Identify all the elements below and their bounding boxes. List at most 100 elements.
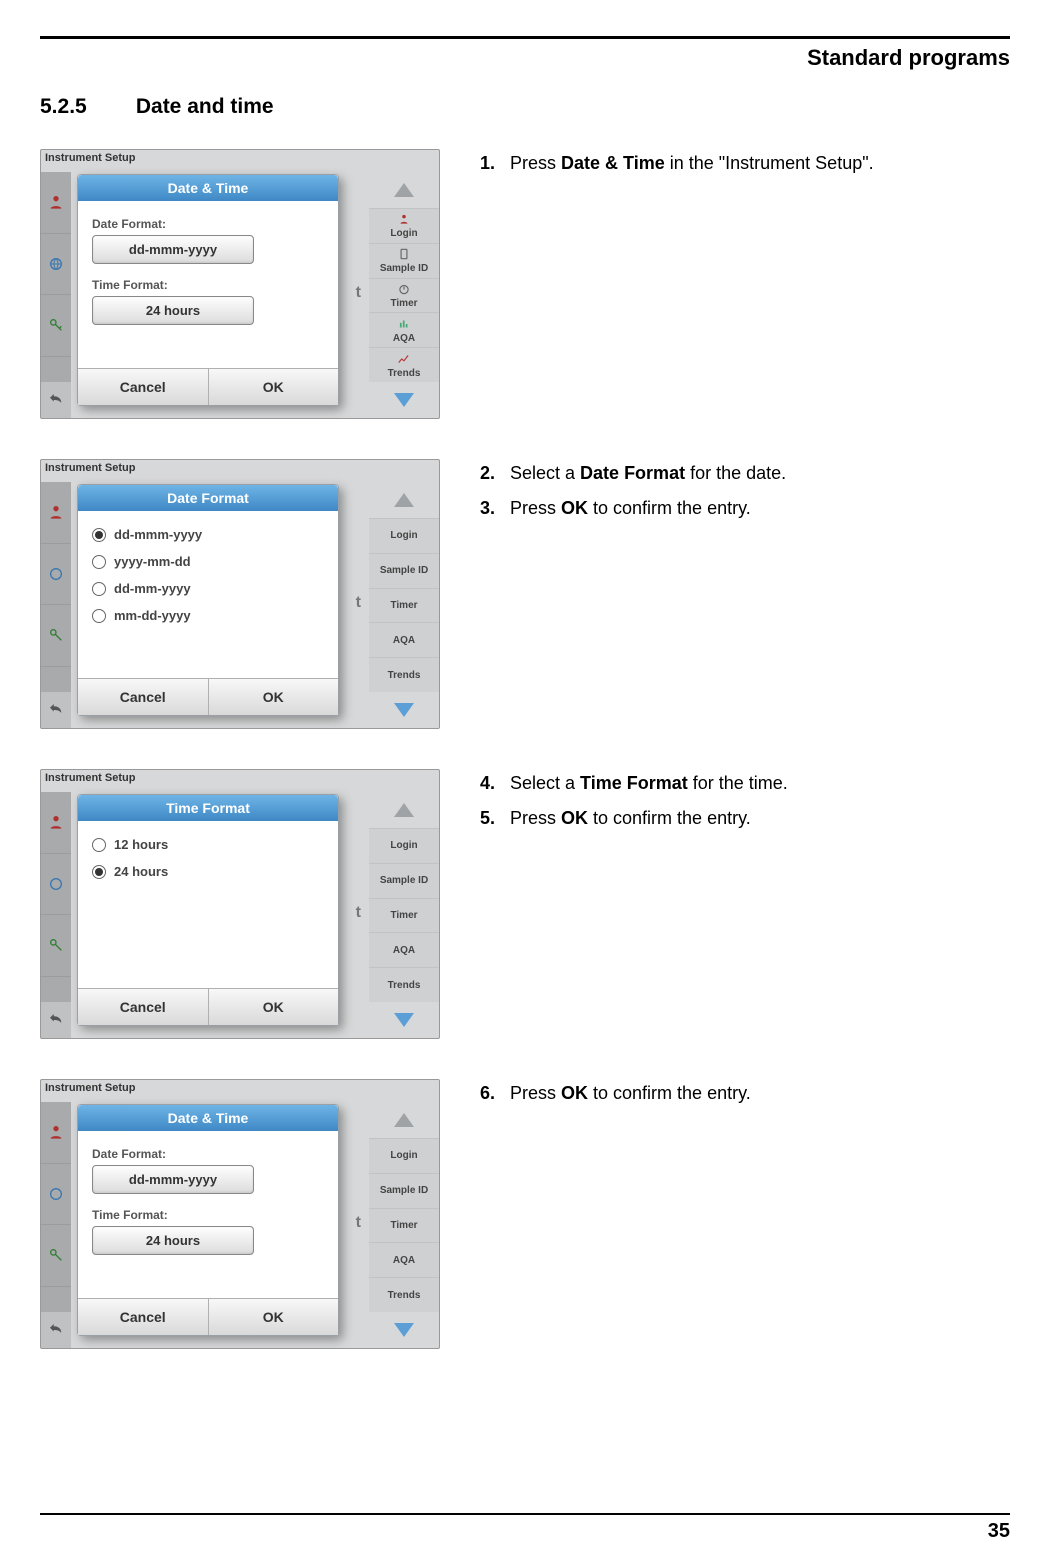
running-head: Standard programs: [40, 39, 1010, 75]
section-title: Date and time: [136, 95, 274, 118]
login-button[interactable]: Login: [369, 828, 439, 863]
globe-icon[interactable]: [41, 1164, 71, 1226]
page: Standard programs 5.2.5 Date and time In…: [0, 0, 1050, 1561]
key-icon[interactable]: [41, 605, 71, 667]
person-icon[interactable]: [41, 792, 71, 854]
scroll-down-icon[interactable]: [369, 382, 439, 418]
cancel-button[interactable]: Cancel: [78, 369, 208, 405]
date-format-selector[interactable]: dd-mmm-yyyy: [92, 1165, 254, 1194]
date-format-selector[interactable]: dd-mmm-yyyy: [92, 235, 254, 264]
dialog-date-time: Date & Time Date Format: dd-mmm-yyyy Tim…: [77, 1104, 339, 1336]
undo-icon[interactable]: [41, 1312, 71, 1348]
person-icon[interactable]: [41, 1102, 71, 1164]
globe-icon[interactable]: [41, 544, 71, 606]
step-row: Instrument Setup t Login Sample ID Timer…: [40, 149, 1010, 419]
date-format-label: Date Format:: [92, 1147, 324, 1161]
dialog-title: Date & Time: [78, 175, 338, 201]
aqa-button[interactable]: AQA: [369, 932, 439, 967]
step-text: 6.Press OK to confirm the entry.: [480, 1079, 1010, 1349]
cancel-button[interactable]: Cancel: [78, 989, 208, 1025]
window-title: Instrument Setup: [41, 770, 439, 786]
ok-button[interactable]: OK: [208, 679, 339, 715]
right-toolbar: Login Sample ID Timer AQA Trends: [369, 482, 439, 728]
person-icon[interactable]: [41, 172, 71, 234]
section-heading: 5.2.5 Date and time: [40, 95, 1010, 119]
time-format-selector[interactable]: 24 hours: [92, 1226, 254, 1255]
person-icon[interactable]: [41, 482, 71, 544]
page-number: 35: [988, 1520, 1010, 1543]
dialog-title: Date & Time: [78, 1105, 338, 1131]
date-format-label: Date Format:: [92, 217, 324, 231]
radio-option[interactable]: yyyy-mm-dd: [92, 548, 324, 575]
cancel-button[interactable]: Cancel: [78, 679, 208, 715]
radio-icon: [92, 609, 106, 623]
step-row: Instrument Setup t Login Sample ID Timer…: [40, 769, 1010, 1039]
right-toolbar: Login Sample ID Timer AQA Trends: [369, 792, 439, 1038]
trends-button[interactable]: Trends: [369, 657, 439, 692]
screenshot-time-format: Instrument Setup t Login Sample ID Timer…: [40, 769, 440, 1039]
trends-button[interactable]: Trends: [369, 347, 439, 382]
timer-button[interactable]: Timer: [369, 278, 439, 313]
ok-button[interactable]: OK: [208, 1299, 339, 1335]
scroll-up-icon[interactable]: [369, 1102, 439, 1138]
undo-icon[interactable]: [41, 692, 71, 728]
scroll-down-icon[interactable]: [369, 1312, 439, 1348]
scroll-up-icon[interactable]: [369, 792, 439, 828]
right-toolbar: Login Sample ID Timer AQA Trends: [369, 1102, 439, 1348]
radio-icon: [92, 555, 106, 569]
timer-button[interactable]: Timer: [369, 898, 439, 933]
screenshot-date-time-confirm: Instrument Setup t Login Sample ID Timer…: [40, 1079, 440, 1349]
time-format-label: Time Format:: [92, 278, 324, 292]
time-format-label: Time Format:: [92, 1208, 324, 1222]
key-icon[interactable]: [41, 915, 71, 977]
time-format-selector[interactable]: 24 hours: [92, 296, 254, 325]
timer-button[interactable]: Timer: [369, 588, 439, 623]
scroll-up-icon[interactable]: [369, 482, 439, 518]
window-title: Instrument Setup: [41, 150, 439, 166]
cancel-button[interactable]: Cancel: [78, 1299, 208, 1335]
dialog-date-format: Date Format dd-mmm-yyyy yyyy-mm-dd dd-mm…: [77, 484, 339, 716]
trends-button[interactable]: Trends: [369, 967, 439, 1002]
key-icon[interactable]: [41, 295, 71, 357]
dialog-date-time: Date & Time Date Format: dd-mmm-yyyy Tim…: [77, 174, 339, 406]
sample-id-button[interactable]: Sample ID: [369, 863, 439, 898]
login-button[interactable]: Login: [369, 1138, 439, 1173]
step-text: 2.Select a Date Format for the date. 3.P…: [480, 459, 1010, 729]
screenshot-date-format: Instrument Setup t Login Sample ID Timer…: [40, 459, 440, 729]
step-row: Instrument Setup t Login Sample ID Timer…: [40, 459, 1010, 729]
undo-icon[interactable]: [41, 382, 71, 418]
sample-id-button[interactable]: Sample ID: [369, 243, 439, 278]
undo-icon[interactable]: [41, 1002, 71, 1038]
scroll-up-icon[interactable]: [369, 172, 439, 208]
key-icon[interactable]: [41, 1225, 71, 1287]
ok-button[interactable]: OK: [208, 369, 339, 405]
radio-option[interactable]: dd-mmm-yyyy: [92, 521, 324, 548]
dialog-title: Time Format: [78, 795, 338, 821]
radio-option[interactable]: 24 hours: [92, 858, 324, 885]
ok-button[interactable]: OK: [208, 989, 339, 1025]
globe-icon[interactable]: [41, 854, 71, 916]
radio-icon: [92, 838, 106, 852]
aqa-button[interactable]: AQA: [369, 1242, 439, 1277]
dialog-title: Date Format: [78, 485, 338, 511]
trends-button[interactable]: Trends: [369, 1277, 439, 1312]
login-button[interactable]: Login: [369, 518, 439, 553]
aqa-button[interactable]: AQA: [369, 622, 439, 657]
window-title: Instrument Setup: [41, 1080, 439, 1096]
sample-id-button[interactable]: Sample ID: [369, 1173, 439, 1208]
sample-id-button[interactable]: Sample ID: [369, 553, 439, 588]
radio-option[interactable]: mm-dd-yyyy: [92, 602, 324, 629]
radio-icon: [92, 528, 106, 542]
step-text: 1.Press Date & Time in the "Instrument S…: [480, 149, 1010, 419]
window-title: Instrument Setup: [41, 460, 439, 476]
right-toolbar: Login Sample ID Timer AQA Trends: [369, 172, 439, 418]
login-button[interactable]: Login: [369, 208, 439, 243]
radio-option[interactable]: 12 hours: [92, 831, 324, 858]
scroll-down-icon[interactable]: [369, 692, 439, 728]
globe-icon[interactable]: [41, 234, 71, 296]
screenshot-date-time: Instrument Setup t Login Sample ID Timer…: [40, 149, 440, 419]
radio-option[interactable]: dd-mm-yyyy: [92, 575, 324, 602]
scroll-down-icon[interactable]: [369, 1002, 439, 1038]
aqa-button[interactable]: AQA: [369, 312, 439, 347]
timer-button[interactable]: Timer: [369, 1208, 439, 1243]
